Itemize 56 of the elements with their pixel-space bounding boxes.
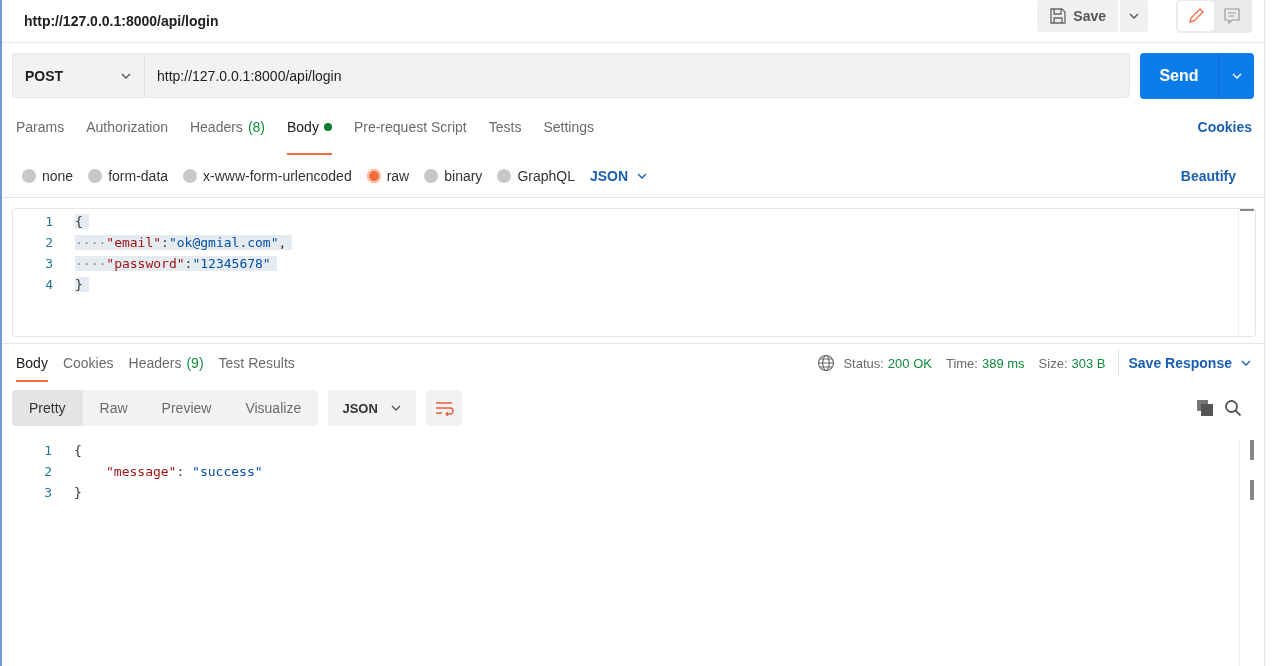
view-mode-tab[interactable]: Visualize (228, 390, 319, 426)
request-tab[interactable]: Tests (488, 99, 522, 155)
line-number: 2 (44, 235, 53, 250)
line-number: 4 (44, 277, 53, 292)
request-tab[interactable]: Pre-request Script (353, 99, 467, 155)
code-line: { (74, 443, 82, 458)
body-type-radio[interactable]: none (22, 168, 74, 184)
save-button[interactable]: Save (1037, 0, 1118, 32)
line-number: 3 (43, 485, 52, 500)
cookies-link[interactable]: Cookies (1197, 119, 1252, 135)
view-mode-tab[interactable]: Raw (82, 390, 145, 426)
body-type-radio[interactable]: binary (424, 168, 483, 184)
request-tab[interactable]: Body (287, 99, 332, 155)
status-label: Time: (945, 355, 978, 371)
line-number: 1 (44, 214, 53, 229)
globe-icon (817, 354, 836, 372)
format-dropdown[interactable]: JSON (589, 168, 649, 184)
save-options-button[interactable] (1120, 0, 1148, 32)
response-tab[interactable]: Headers (9) (128, 344, 204, 382)
code-line: } (74, 485, 82, 500)
code-line: "message": "success" (105, 464, 263, 479)
body-type-radio[interactable]: GraphQL (497, 168, 575, 184)
request-tab[interactable]: Authorization (86, 99, 168, 155)
line-number: 2 (43, 464, 52, 479)
body-type-radio[interactable]: x-www-form-urlencoded (183, 168, 352, 184)
status-value: 389 ms (981, 355, 1025, 371)
request-tab[interactable]: Settings (543, 99, 595, 155)
url-field[interactable]: http://127.0.0.1:8000/api/login (145, 53, 1130, 98)
search-icon[interactable] (1224, 399, 1242, 417)
wrap-lines-icon (434, 400, 455, 416)
line-number: 1 (43, 443, 52, 458)
response-tab[interactable]: Body (16, 344, 48, 382)
line-number: 3 (44, 256, 53, 271)
status-value: 303 B (1071, 355, 1106, 371)
copy-icon[interactable] (1196, 399, 1214, 417)
pencil-icon (1187, 7, 1205, 25)
response-tab[interactable]: Cookies (62, 344, 114, 382)
request-tab[interactable]: Headers (8) (189, 99, 265, 155)
view-mode-tab[interactable]: Preview (144, 390, 229, 426)
view-mode-tab[interactable]: Pretty (12, 390, 83, 426)
status-label: Status: (843, 355, 884, 371)
request-tab[interactable]: Params (16, 99, 65, 155)
request-body-editor[interactable]: 1 { 2 ····"email":"ok@gmial.com", 3 ····"password":"12345678" 4 } (12, 208, 1256, 337)
beautify-link[interactable]: Beautify (1180, 168, 1236, 184)
body-type-radio[interactable]: raw (366, 168, 410, 184)
body-type-radio[interactable]: form-data (88, 168, 169, 184)
comment-icon (1223, 7, 1241, 25)
response-format-dropdown[interactable]: JSON (328, 390, 417, 426)
status-value: 200 OK (887, 355, 932, 371)
response-tab[interactable]: Test Results (218, 344, 295, 382)
status-label: Size: (1038, 355, 1068, 371)
wrap-lines-button[interactable] (426, 390, 463, 426)
request-title: http://127.0.0.1:8000/api/login (24, 13, 220, 29)
method-dropdown[interactable]: POST (12, 53, 145, 98)
edit-mode-button[interactable] (1178, 1, 1214, 31)
save-response-dropdown[interactable]: Save Response (1128, 355, 1252, 371)
